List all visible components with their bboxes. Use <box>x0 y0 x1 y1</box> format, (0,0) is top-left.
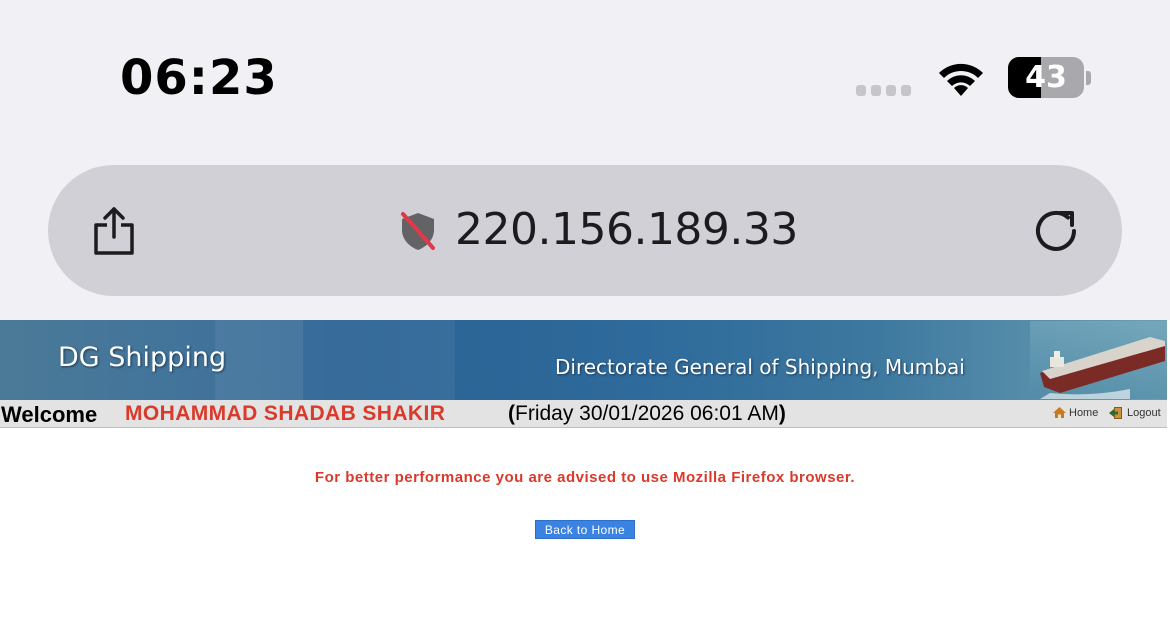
logout-icon <box>1109 407 1122 419</box>
url-text[interactable]: 220.156.189.33 <box>455 204 798 255</box>
battery-icon: 43 <box>1008 57 1084 98</box>
session-datetime-group: (Friday 30/01/2026 06:01 AM) <box>508 402 786 426</box>
user-name: MOHAMMAD SHADAB SHAKIR <box>125 402 446 425</box>
cellular-signal-icon <box>856 85 911 96</box>
back-to-home-button[interactable]: Back to Home <box>535 520 635 539</box>
welcome-bar: Welcome MOHAMMAD SHADAB SHAKIR (Friday 3… <box>0 400 1167 428</box>
welcome-label: Welcome <box>1 402 98 427</box>
wifi-icon <box>939 63 983 96</box>
shield-slash-icon <box>401 212 435 250</box>
banner-light-strip <box>215 320 455 400</box>
battery-percent: 43 <box>1025 60 1067 95</box>
home-link[interactable]: Home <box>1052 406 1098 419</box>
browser-notice: For better performance you are advised t… <box>314 469 856 486</box>
reload-icon[interactable] <box>1030 205 1082 257</box>
home-link-label: Home <box>1069 406 1099 419</box>
paren-close: ) <box>778 402 786 425</box>
ship-image <box>1030 321 1167 399</box>
share-icon[interactable] <box>88 205 140 257</box>
battery-nub <box>1086 71 1091 85</box>
logout-link[interactable]: Logout <box>1109 406 1161 420</box>
logout-link-label: Logout <box>1127 407 1161 419</box>
home-icon <box>1053 407 1066 418</box>
session-datetime: Friday 30/01/2026 06:01 AM <box>515 402 779 425</box>
site-logo-text: DG Shipping <box>58 342 227 373</box>
status-time: 06:23 <box>120 50 278 106</box>
site-subtitle: Directorate General of Shipping, Mumbai <box>555 355 965 379</box>
paren-open: ( <box>508 402 515 425</box>
